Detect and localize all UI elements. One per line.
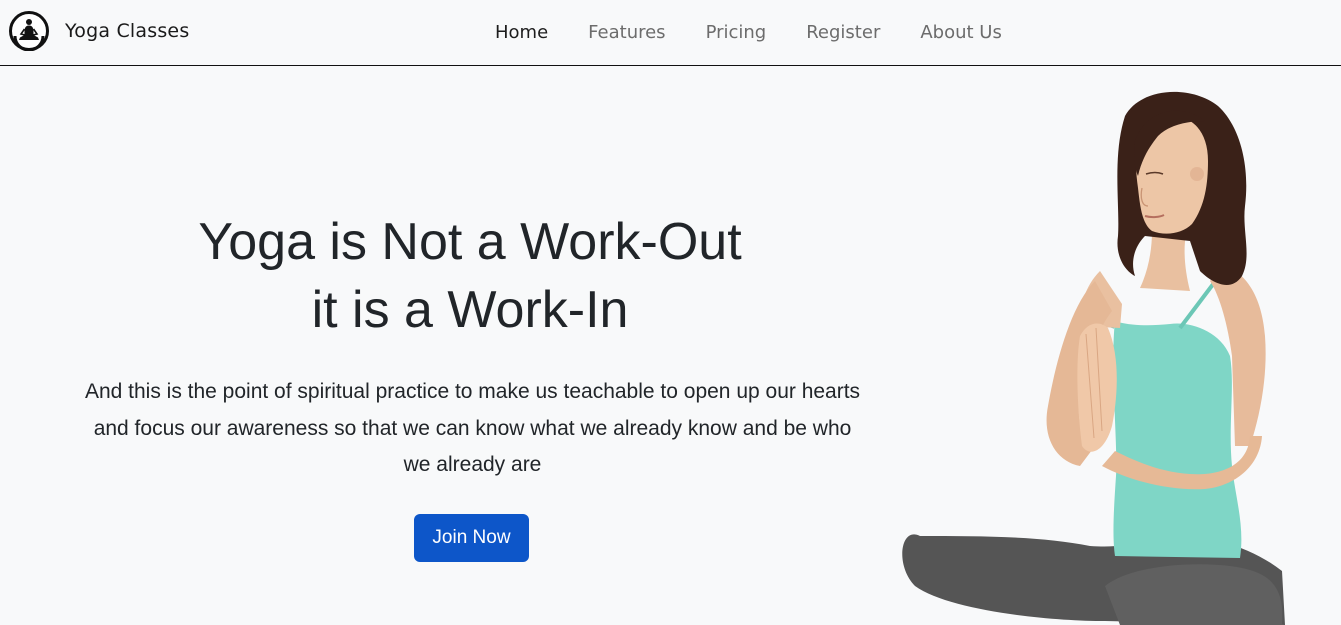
hero-title: Yoga is Not a Work-Out it is a Work-In — [80, 208, 860, 344]
meditation-logo-icon — [9, 11, 49, 51]
brand-link[interactable]: Yoga Classes — [9, 11, 189, 51]
hero-title-line1: Yoga is Not a Work-Out — [198, 213, 742, 271]
woman-meditating-image — [902, 91, 1285, 625]
navbar: Yoga Classes Home Features Pricing Regis… — [0, 0, 1341, 66]
nav-features-link[interactable]: Features — [568, 20, 685, 46]
nav-home-link[interactable]: Home — [475, 20, 568, 46]
hero-text: And this is the point of spiritual pract… — [84, 380, 861, 476]
nav-menu: Home Features Pricing Register About Us — [475, 20, 1022, 46]
join-now-button[interactable]: Join Now — [414, 514, 529, 562]
nav-register-link[interactable]: Register — [786, 20, 900, 46]
nav-pricing-link[interactable]: Pricing — [686, 20, 787, 46]
brand-name: Yoga Classes — [65, 20, 190, 42]
nav-about-link[interactable]: About Us — [900, 20, 1022, 46]
hero-title-line2: it is a Work-In — [311, 281, 629, 339]
